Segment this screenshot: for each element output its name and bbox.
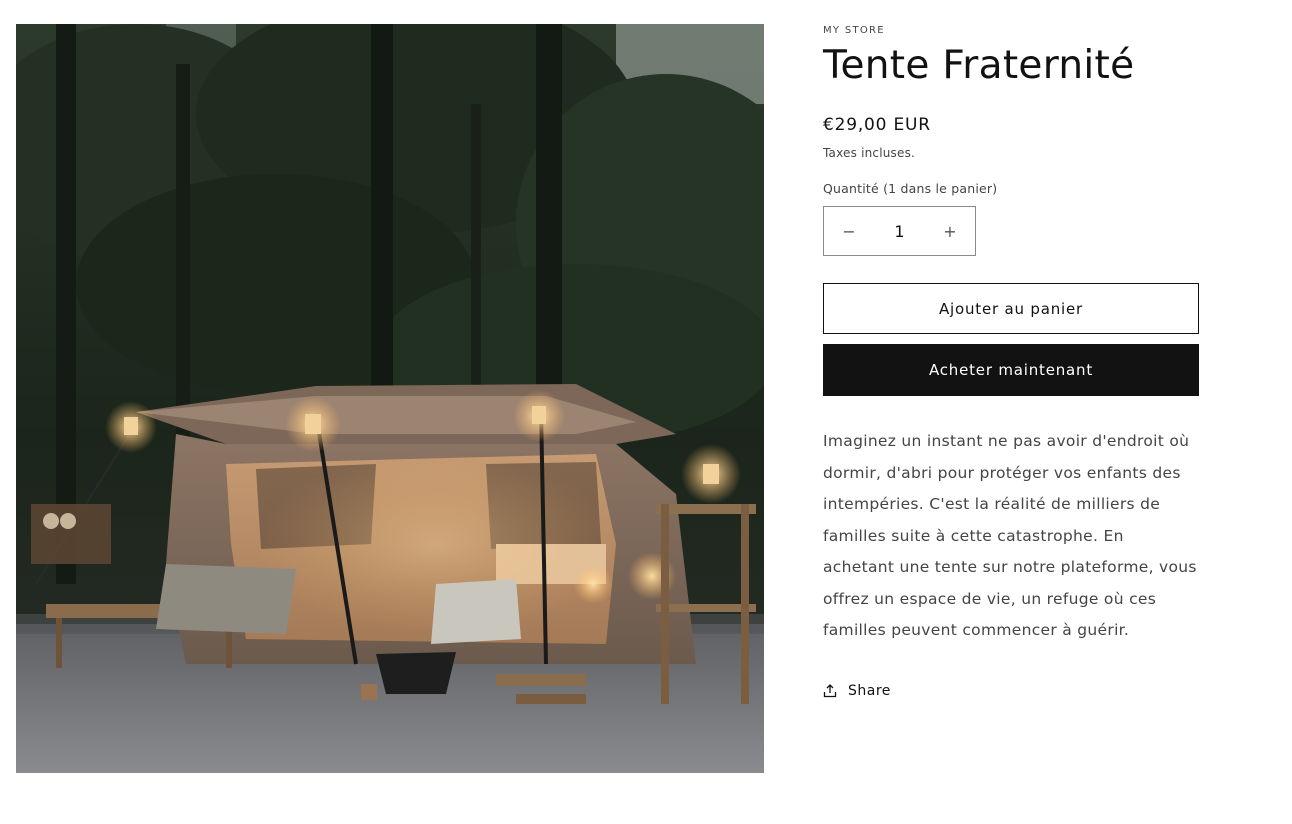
product-page: MY STORE Tente Fraternité €29,00 EUR Tax… bbox=[0, 0, 1292, 824]
share-button[interactable]: Share bbox=[823, 683, 1199, 699]
quantity-stepper: − 1 + bbox=[823, 206, 976, 256]
product-image[interactable] bbox=[16, 24, 764, 773]
quantity-decrease-button[interactable]: − bbox=[824, 207, 874, 255]
share-label: Share bbox=[848, 682, 891, 699]
quantity-increase-button[interactable]: + bbox=[925, 207, 975, 255]
product-price: €29,00 EUR bbox=[823, 115, 931, 135]
minus-icon: − bbox=[842, 221, 856, 241]
add-to-cart-button[interactable]: Ajouter au panier bbox=[823, 283, 1199, 334]
product-info: MY STORE Tente Fraternité €29,00 EUR Tax… bbox=[823, 24, 1199, 699]
buy-now-button[interactable]: Acheter maintenant bbox=[823, 344, 1199, 396]
plus-icon: + bbox=[943, 221, 957, 241]
vendor-label: MY STORE bbox=[823, 25, 885, 36]
tax-note: Taxes incluses. bbox=[823, 146, 916, 160]
quantity-label: Quantité (1 dans le panier) bbox=[823, 181, 998, 196]
share-icon bbox=[823, 683, 837, 698]
product-description: Imaginez un instant ne pas avoir d'endro… bbox=[823, 432, 1197, 639]
product-title: Tente Fraternité bbox=[823, 43, 1135, 88]
quantity-input[interactable]: 1 bbox=[874, 222, 925, 241]
